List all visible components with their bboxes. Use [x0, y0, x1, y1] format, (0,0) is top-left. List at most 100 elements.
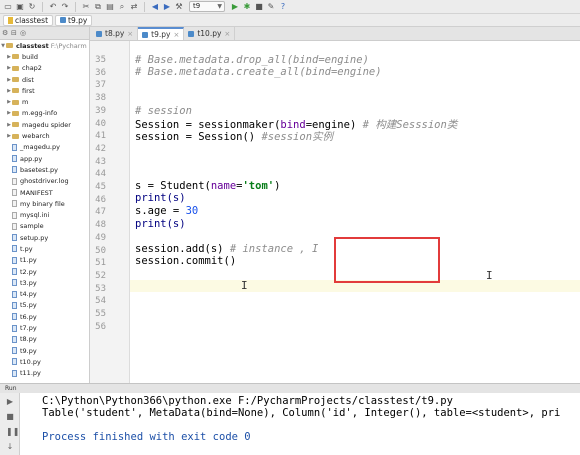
editor-tab[interactable]: t9.py ×: [138, 27, 185, 40]
gear-icon[interactable]: ⚙: [2, 29, 9, 37]
tree-item[interactable]: _magedu.py: [0, 142, 89, 153]
python-file-icon: [188, 30, 195, 37]
code-line: # Base.metadata.drop_all(bind=engine): [135, 54, 369, 66]
line-number: 45: [95, 182, 106, 192]
python-file-icon: [12, 166, 17, 174]
code-text: s = Student(: [135, 180, 211, 192]
line-number: 54: [95, 296, 106, 307]
tree-item[interactable]: t11.py: [0, 368, 89, 379]
tree-item-label: chap2: [22, 64, 42, 73]
line-number: 56: [95, 321, 106, 332]
python-file-icon: [142, 31, 149, 38]
code-param: name: [210, 180, 237, 192]
collapse-icon[interactable]: ⊟: [11, 29, 18, 37]
sync-icon[interactable]: ↻: [27, 2, 37, 12]
toolbar-divider: [144, 1, 145, 12]
search-icon[interactable]: ⌕: [117, 2, 127, 12]
console-output: Table('student', MetaData(bind=None), Co…: [42, 407, 561, 419]
cut-icon[interactable]: ✂: [81, 2, 91, 12]
tree-item[interactable]: ▶ chap2: [0, 63, 89, 74]
code-text: ): [274, 180, 281, 192]
file-icon: [12, 177, 17, 185]
line-number: 37: [95, 80, 106, 91]
tree-item[interactable]: t4.py: [0, 289, 89, 300]
tree-item[interactable]: t8.py: [0, 334, 89, 345]
breadcrumb-project[interactable]: classtest: [3, 14, 54, 26]
save-icon[interactable]: ▣: [15, 2, 25, 12]
code-editor[interactable]: 35 36 37 38 39 40 41 42 43 44 45 46 47 48 49 50 51 52 53 54…: [90, 41, 580, 383]
tree-item[interactable]: my binary file: [0, 198, 89, 209]
code-line: session = Session() #session实例: [135, 129, 333, 144]
tree-item[interactable]: t6.py: [0, 311, 89, 322]
pause-icon[interactable]: ❚❚: [6, 428, 19, 436]
tree-item[interactable]: t9.py: [0, 345, 89, 356]
tree-item[interactable]: t2.py: [0, 266, 89, 277]
tree-item[interactable]: ghostdriver.log: [0, 176, 89, 187]
tree-item[interactable]: setup.py: [0, 232, 89, 243]
tree-root[interactable]: ▼ classtest F:\Pycharm: [0, 40, 89, 51]
breadcrumb-file-label: t9.py: [68, 15, 88, 25]
run-config-select[interactable]: t9 ▼: [189, 1, 225, 12]
open-icon[interactable]: ▭: [3, 2, 13, 12]
run-icon[interactable]: ▶: [230, 2, 240, 12]
tree-item-label: mysql.ini: [20, 211, 50, 220]
code-text: print(s): [135, 218, 186, 230]
tree-item-label: magedu spider: [22, 120, 71, 129]
tree-item-label: _magedu.py: [20, 143, 60, 152]
tree-item[interactable]: t1.py: [0, 255, 89, 266]
run-console[interactable]: C:\Python\Python366\python.exe F:/Pychar…: [20, 393, 580, 455]
tree-item[interactable]: ▶ webarch: [0, 130, 89, 141]
back-icon[interactable]: ↶: [48, 2, 58, 12]
breadcrumb-file[interactable]: t9.py: [55, 14, 93, 26]
tree-item[interactable]: ▶ dist: [0, 74, 89, 85]
stop-icon[interactable]: ■: [6, 413, 14, 421]
nav-forward-icon[interactable]: ▶: [162, 2, 172, 12]
editor-tab[interactable]: t8.py ×: [92, 27, 139, 40]
tree-item-label: t1.py: [20, 256, 37, 265]
tree-item[interactable]: mysql.ini: [0, 209, 89, 220]
debug-icon[interactable]: ✱: [242, 2, 252, 12]
line-number: 44: [95, 169, 106, 180]
tree-item[interactable]: basetest.py: [0, 164, 89, 175]
tree-item[interactable]: t.py: [0, 243, 89, 254]
help-icon[interactable]: ?: [278, 2, 288, 12]
build-icon[interactable]: ⚒: [174, 2, 184, 12]
paste-icon[interactable]: ▤: [105, 2, 115, 12]
editor-tab[interactable]: t10.py ×: [184, 27, 236, 40]
run-panel-header: Run: [0, 383, 580, 393]
locate-icon[interactable]: ◎: [20, 29, 27, 37]
line-number: 36: [95, 67, 106, 78]
folder-icon: [12, 110, 19, 116]
tree-item[interactable]: t7.py: [0, 322, 89, 333]
tree-item-label: basetest.py: [20, 165, 59, 174]
file-icon: [12, 222, 17, 230]
tree-item[interactable]: sample: [0, 221, 89, 232]
scroll-icon[interactable]: ↓: [6, 443, 14, 451]
tree-item[interactable]: t10.py: [0, 356, 89, 367]
close-icon[interactable]: ×: [127, 30, 133, 38]
line-number: 52: [95, 270, 106, 281]
tree-item[interactable]: app.py: [0, 153, 89, 164]
replace-icon[interactable]: ⇄: [129, 2, 139, 12]
tree-item[interactable]: ▶ first: [0, 85, 89, 96]
forward-icon[interactable]: ↷: [60, 2, 70, 12]
folder-icon: [8, 16, 13, 24]
python-file-icon: [12, 155, 17, 163]
tree-item[interactable]: ▶ build: [0, 51, 89, 62]
nav-back-icon[interactable]: ◀: [150, 2, 160, 12]
stop-icon[interactable]: ■: [254, 2, 264, 12]
tree-item[interactable]: MANIFEST: [0, 187, 89, 198]
tree-item[interactable]: t3.py: [0, 277, 89, 288]
code-comment: # Base.metadata.create_all(bind=engine): [135, 66, 382, 78]
line-number: 49: [95, 232, 106, 243]
tree-item[interactable]: ▶ m: [0, 96, 89, 107]
tree-item[interactable]: ▶ magedu spider: [0, 119, 89, 130]
rerun-icon[interactable]: ▶: [6, 398, 14, 406]
tree-item[interactable]: ▶ m.egg-info: [0, 108, 89, 119]
vcs-icon[interactable]: ✎: [266, 2, 276, 12]
close-icon[interactable]: ×: [224, 30, 230, 38]
code-text: session.commit(): [135, 255, 237, 267]
tree-item[interactable]: t5.py: [0, 300, 89, 311]
copy-icon[interactable]: ⧉: [93, 2, 103, 12]
close-icon[interactable]: ×: [173, 31, 179, 39]
